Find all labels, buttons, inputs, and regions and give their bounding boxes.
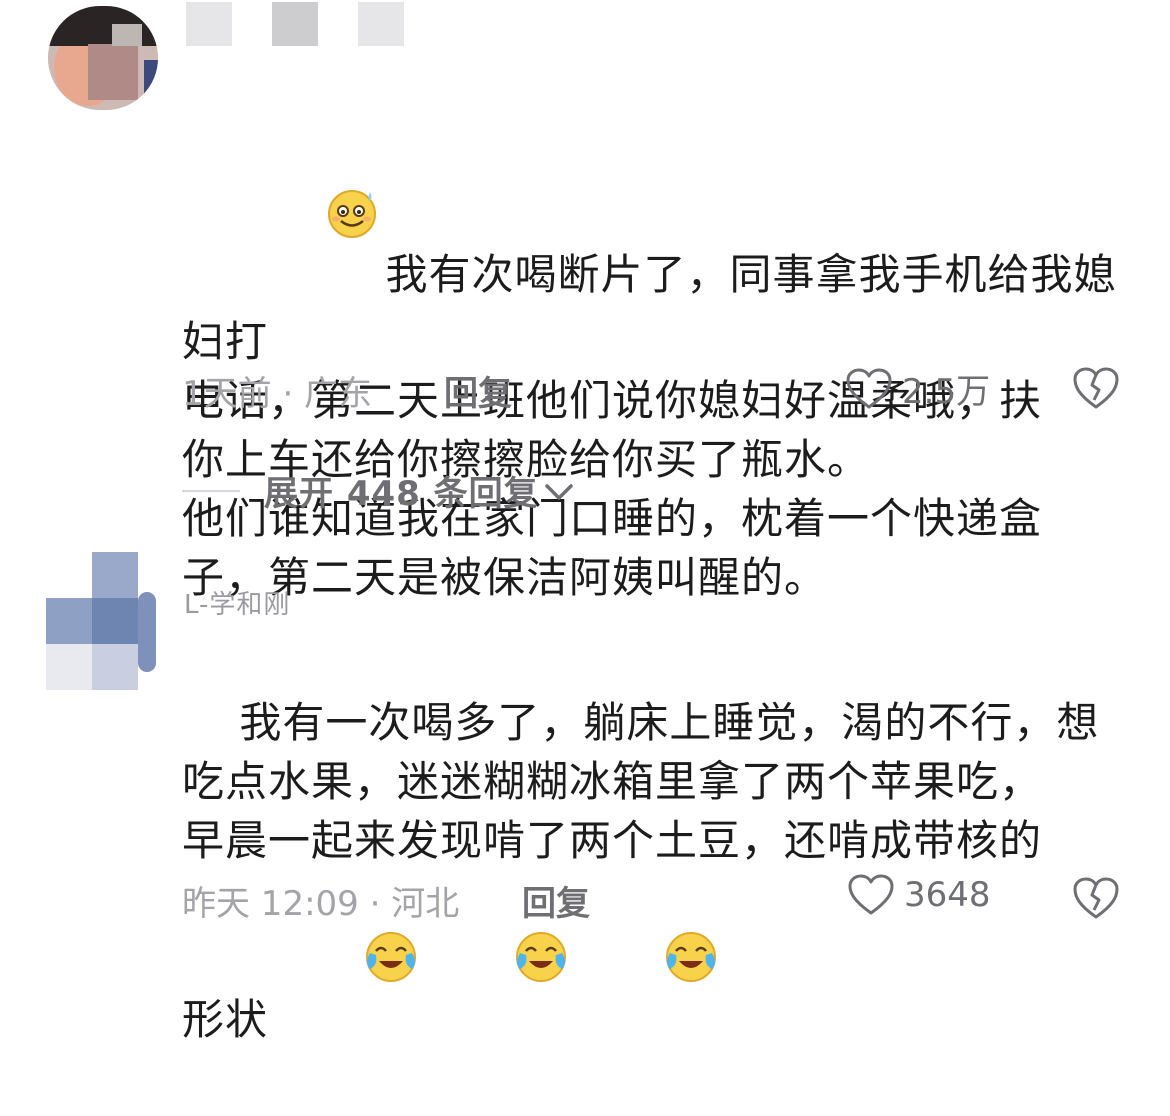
avatar-image — [46, 552, 156, 690]
username[interactable]: L-学和刚 — [184, 584, 290, 621]
reply-button[interactable]: 回复 — [444, 366, 512, 415]
like-button[interactable]: 3648 — [848, 874, 991, 916]
broken-heart-icon — [1073, 367, 1119, 409]
comment-text: 我有一次喝多了，躺床上睡觉，渴的不行，想 吃点水果，迷迷糊糊冰箱里拿了两个苹果吃… — [182, 634, 1142, 1116]
dislike-button[interactable] — [1072, 366, 1120, 414]
comment-2: L-学和刚 我有一次喝多了，躺床上睡觉，渴的不行，想 吃点水果，迷迷糊糊冰箱里拿… — [0, 540, 1170, 1044]
expand-replies-label: 展开 448 条回复 — [264, 474, 539, 514]
like-button[interactable]: 2.5万 — [846, 364, 990, 413]
like-count: 3648 — [904, 875, 991, 915]
time-location: 昨天 12:09 · 河北 — [182, 876, 459, 925]
crying-laugh-emoji-icon — [576, 870, 720, 1057]
time-location: 1天前 · 广东 — [182, 366, 372, 415]
avatar-image — [48, 6, 158, 110]
avatar[interactable] — [46, 552, 156, 690]
expand-replies[interactable]: 展开 448 条回复 — [182, 466, 577, 515]
heart-outline-icon — [846, 368, 892, 408]
broken-heart-icon — [1073, 877, 1119, 919]
time-location-text: 昨天 12:09 · 河北 — [182, 884, 460, 924]
username-redacted[interactable] — [186, 2, 404, 46]
heart-outline-icon — [848, 874, 894, 915]
sweat-smile-emoji-icon — [239, 127, 379, 312]
time-location-text: 1天前 · 广东 — [182, 374, 373, 414]
avatar[interactable] — [48, 6, 158, 110]
comment-1: 我有次喝断片了，同事拿我手机给我媳妇打 电话，第二天上班他们说你媳妇好温柔哦，扶… — [0, 0, 1170, 602]
dislike-button[interactable] — [1072, 876, 1120, 924]
like-count: 2.5万 — [902, 372, 991, 412]
expand-divider — [182, 489, 240, 492]
chevron-down-icon — [544, 483, 573, 500]
reply-button[interactable]: 回复 — [522, 876, 590, 925]
